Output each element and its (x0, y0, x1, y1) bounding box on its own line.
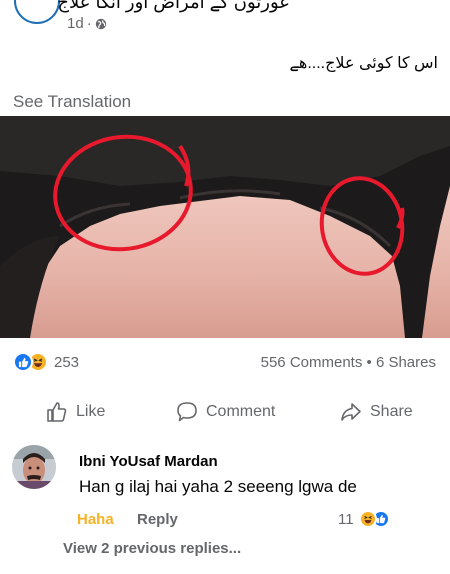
page-name[interactable]: عورتوں کے امراض اور انکا علاج (57, 0, 290, 13)
meta-separator: · (86, 15, 92, 32)
share-arrow-icon (341, 403, 361, 421)
comment-reaction-count[interactable]: 11 (338, 511, 354, 528)
comment-bubble-icon (177, 402, 197, 422)
commenter-photo (12, 445, 56, 489)
see-translation-link[interactable]: See Translation (13, 92, 131, 112)
like-button[interactable]: Like (46, 396, 105, 428)
post-meta: 1d · (67, 15, 107, 32)
photo-image (0, 116, 450, 338)
reaction-icons[interactable] (13, 352, 48, 372)
view-previous-replies-link[interactable]: View 2 previous replies... (63, 540, 241, 557)
like-reaction-icon (13, 352, 33, 372)
shares-count[interactable]: 6 Shares (376, 354, 436, 371)
action-bar: Like Comment Share (0, 396, 450, 428)
reactions-row: 253 556 Comments • 6 Shares (0, 350, 450, 376)
like-label: Like (76, 403, 106, 420)
comment-share-stats: 556 Comments • 6 Shares (261, 354, 436, 371)
stats-dot: • (366, 354, 372, 371)
comment-button[interactable]: Comment (176, 396, 275, 428)
page-avatar[interactable] (14, 0, 60, 24)
post-text: اس کا کوئی علاج....ھے (289, 55, 439, 72)
comment-reaction-icons[interactable] (359, 510, 390, 528)
share-label: Share (370, 403, 413, 420)
share-button[interactable]: Share (340, 396, 413, 428)
comments-count[interactable]: 556 Comments (261, 354, 363, 371)
comment-reply-button[interactable]: Reply (137, 511, 178, 528)
post-time[interactable]: 1d (67, 15, 84, 32)
post-photo[interactable] (0, 116, 450, 338)
commenter-avatar[interactable] (12, 445, 56, 489)
commenter-name[interactable]: Ibni YoUsaf Mardan (79, 453, 218, 470)
thumbs-up-icon (47, 402, 67, 422)
comment-haha-reaction[interactable]: Haha (77, 511, 114, 528)
globe-icon (95, 18, 106, 29)
post-header: عورتوں کے امراض اور انکا علاج 1d · (0, 0, 450, 40)
haha-reaction-icon (359, 510, 377, 528)
comment-text: Han g ilaj hai yaha 2 seeeng lgwa de (79, 477, 357, 496)
comment-label: Comment (206, 403, 276, 420)
reaction-count[interactable]: 253 (54, 354, 79, 371)
comment: Ibni YoUsaf Mardan Han g ilaj hai yaha 2… (0, 440, 450, 570)
